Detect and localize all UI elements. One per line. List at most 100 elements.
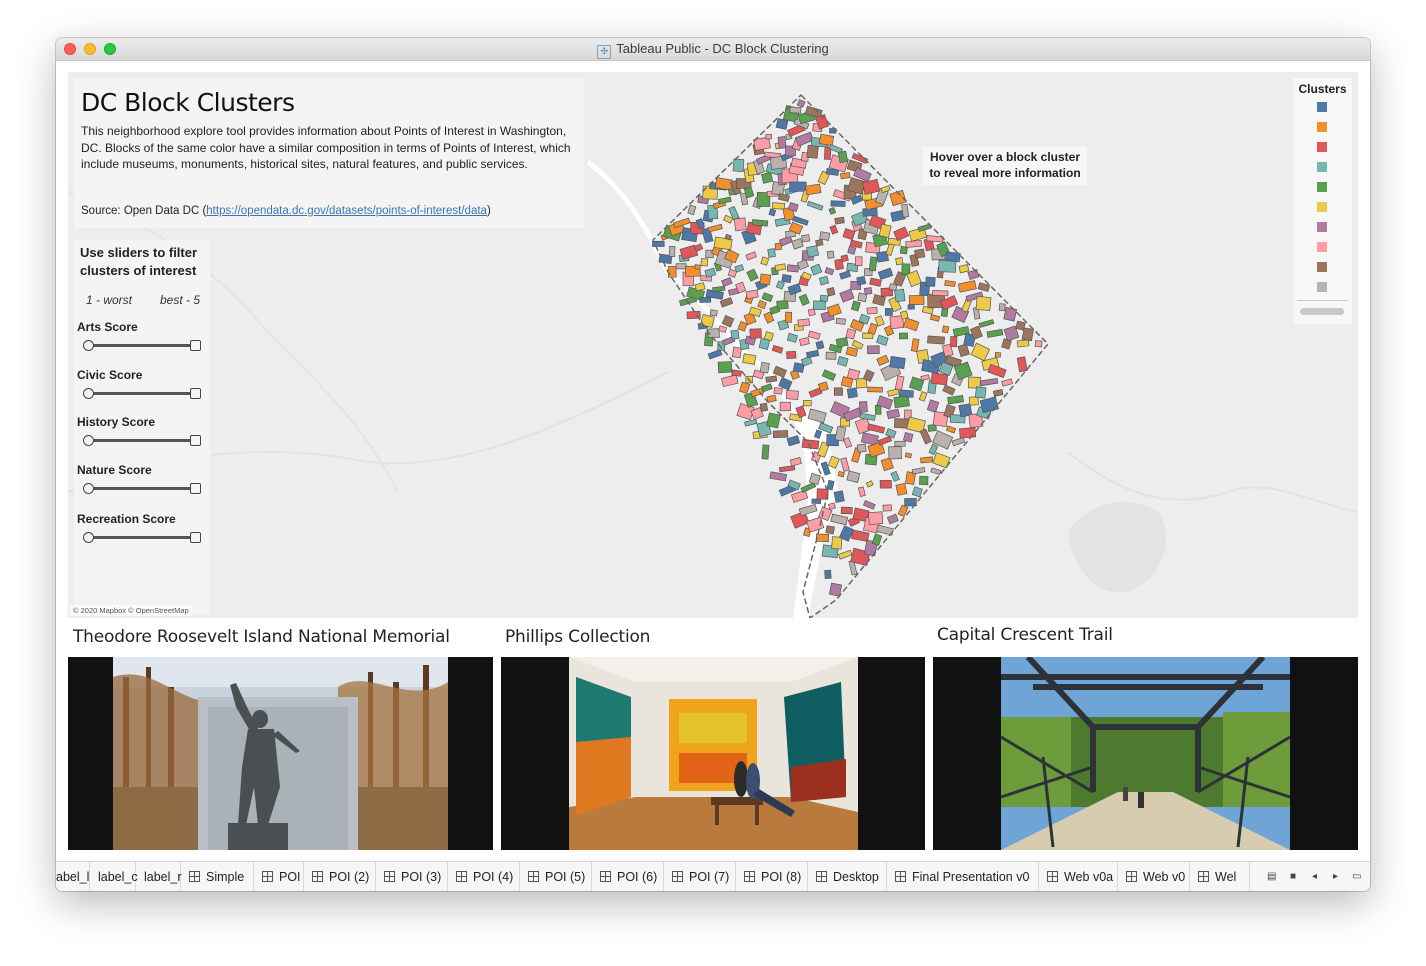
sheet-tab[interactable]: POI (4) bbox=[448, 862, 520, 891]
block-cluster[interactable] bbox=[825, 525, 835, 535]
block-cluster[interactable] bbox=[942, 384, 956, 396]
slider-min-handle[interactable] bbox=[83, 388, 94, 399]
cluster-swatch[interactable] bbox=[1317, 182, 1327, 192]
block-cluster[interactable] bbox=[867, 423, 886, 434]
block-cluster[interactable] bbox=[730, 329, 740, 340]
block-cluster[interactable] bbox=[802, 400, 812, 407]
block-cluster[interactable] bbox=[774, 263, 787, 272]
block-cluster[interactable] bbox=[745, 289, 759, 300]
block-cluster[interactable] bbox=[958, 263, 970, 274]
block-cluster[interactable] bbox=[777, 136, 787, 149]
block-cluster[interactable] bbox=[694, 282, 706, 292]
block-cluster[interactable] bbox=[920, 374, 930, 381]
block-cluster[interactable] bbox=[835, 337, 849, 348]
block-cluster[interactable] bbox=[856, 275, 867, 286]
sheet-tab[interactable]: POI (5) bbox=[520, 862, 592, 891]
block-cluster[interactable] bbox=[882, 504, 892, 512]
sheet-tab[interactable]: abel_l bbox=[56, 862, 90, 891]
block-cluster[interactable] bbox=[757, 300, 767, 310]
block-cluster[interactable] bbox=[840, 457, 850, 472]
block-cluster[interactable] bbox=[761, 444, 770, 460]
block-cluster[interactable] bbox=[871, 533, 883, 546]
sheet-tab[interactable]: Simple bbox=[181, 862, 254, 891]
sheet-tab[interactable]: Final Presentation v0 bbox=[887, 862, 1039, 891]
block-cluster[interactable] bbox=[815, 238, 824, 247]
block-cluster[interactable] bbox=[760, 256, 770, 266]
block-cluster[interactable] bbox=[850, 529, 870, 542]
block-cluster[interactable] bbox=[763, 331, 774, 342]
block-cluster[interactable] bbox=[839, 270, 852, 280]
block-cluster[interactable] bbox=[877, 435, 893, 446]
block-cluster[interactable] bbox=[837, 150, 849, 164]
block-cluster[interactable] bbox=[771, 344, 784, 354]
block-cluster[interactable] bbox=[675, 263, 687, 270]
arts-score-slider[interactable] bbox=[83, 340, 201, 352]
block-cluster[interactable] bbox=[893, 395, 910, 409]
block-cluster[interactable] bbox=[902, 432, 914, 443]
block-cluster[interactable] bbox=[901, 263, 911, 276]
block-cluster[interactable] bbox=[1034, 340, 1043, 348]
block-cluster[interactable] bbox=[796, 259, 810, 271]
block-cluster[interactable] bbox=[712, 285, 726, 293]
block-cluster[interactable] bbox=[819, 231, 831, 241]
block-cluster[interactable] bbox=[700, 258, 709, 267]
block-cluster[interactable] bbox=[941, 325, 950, 334]
block-cluster[interactable] bbox=[842, 228, 856, 241]
block-cluster[interactable] bbox=[829, 224, 839, 235]
show-filmstrip-icon[interactable]: ▤ bbox=[1267, 871, 1276, 882]
block-cluster[interactable] bbox=[707, 349, 723, 360]
cluster-swatch[interactable] bbox=[1317, 202, 1327, 212]
block-cluster[interactable] bbox=[759, 402, 769, 412]
block-cluster[interactable] bbox=[805, 183, 822, 196]
block-cluster[interactable] bbox=[744, 418, 758, 427]
presentation-mode-icon[interactable]: ▭ bbox=[1352, 871, 1361, 882]
block-cluster[interactable] bbox=[930, 372, 949, 386]
block-cluster[interactable] bbox=[700, 314, 715, 328]
block-cluster[interactable] bbox=[806, 200, 824, 211]
block-cluster[interactable] bbox=[704, 267, 717, 278]
block-cluster[interactable] bbox=[1021, 327, 1034, 342]
slider-min-handle[interactable] bbox=[83, 340, 94, 351]
block-cluster[interactable] bbox=[721, 277, 733, 287]
block-cluster[interactable] bbox=[855, 256, 863, 267]
block-cluster[interactable] bbox=[800, 355, 813, 367]
block-cluster[interactable] bbox=[779, 401, 791, 412]
block-cluster[interactable] bbox=[707, 223, 723, 233]
block-cluster[interactable] bbox=[813, 300, 826, 311]
block-cluster[interactable] bbox=[773, 387, 783, 395]
block-cluster[interactable] bbox=[824, 267, 835, 276]
block-cluster[interactable] bbox=[833, 387, 843, 396]
block-cluster[interactable] bbox=[815, 533, 830, 543]
show-tabs-icon[interactable]: ■ bbox=[1290, 871, 1296, 882]
sheet-tab[interactable]: POI bbox=[254, 862, 304, 891]
block-cluster[interactable] bbox=[761, 292, 774, 303]
block-cluster[interactable] bbox=[786, 264, 799, 273]
block-cluster[interactable] bbox=[828, 207, 837, 215]
block-cluster[interactable] bbox=[772, 430, 789, 438]
block-cluster[interactable] bbox=[845, 346, 859, 357]
block-cluster[interactable] bbox=[846, 387, 858, 399]
civic-score-slider[interactable] bbox=[83, 388, 201, 400]
block-cluster[interactable] bbox=[880, 457, 894, 472]
block-cluster[interactable] bbox=[818, 275, 830, 286]
block-cluster[interactable] bbox=[968, 396, 979, 406]
block-cluster[interactable] bbox=[1001, 378, 1013, 387]
block-cluster[interactable] bbox=[840, 172, 851, 180]
scroll-tabs-right-icon[interactable]: ▸ bbox=[1333, 871, 1338, 882]
block-cluster[interactable] bbox=[759, 361, 770, 374]
block-cluster[interactable] bbox=[761, 171, 774, 184]
block-cluster[interactable] bbox=[930, 467, 942, 475]
block-cluster[interactable] bbox=[699, 296, 712, 303]
block-cluster[interactable] bbox=[887, 388, 900, 397]
block-cluster[interactable] bbox=[957, 280, 977, 293]
block-cluster[interactable] bbox=[723, 214, 734, 224]
cluster-swatch[interactable] bbox=[1317, 122, 1327, 132]
block-cluster[interactable] bbox=[811, 498, 822, 504]
block-cluster[interactable] bbox=[824, 569, 832, 579]
block-cluster[interactable] bbox=[721, 374, 739, 388]
block-cluster[interactable] bbox=[830, 513, 849, 526]
block-cluster[interactable] bbox=[792, 362, 805, 374]
slider-max-handle[interactable] bbox=[190, 532, 201, 543]
block-cluster[interactable] bbox=[862, 500, 876, 510]
block-cluster[interactable] bbox=[845, 328, 857, 340]
